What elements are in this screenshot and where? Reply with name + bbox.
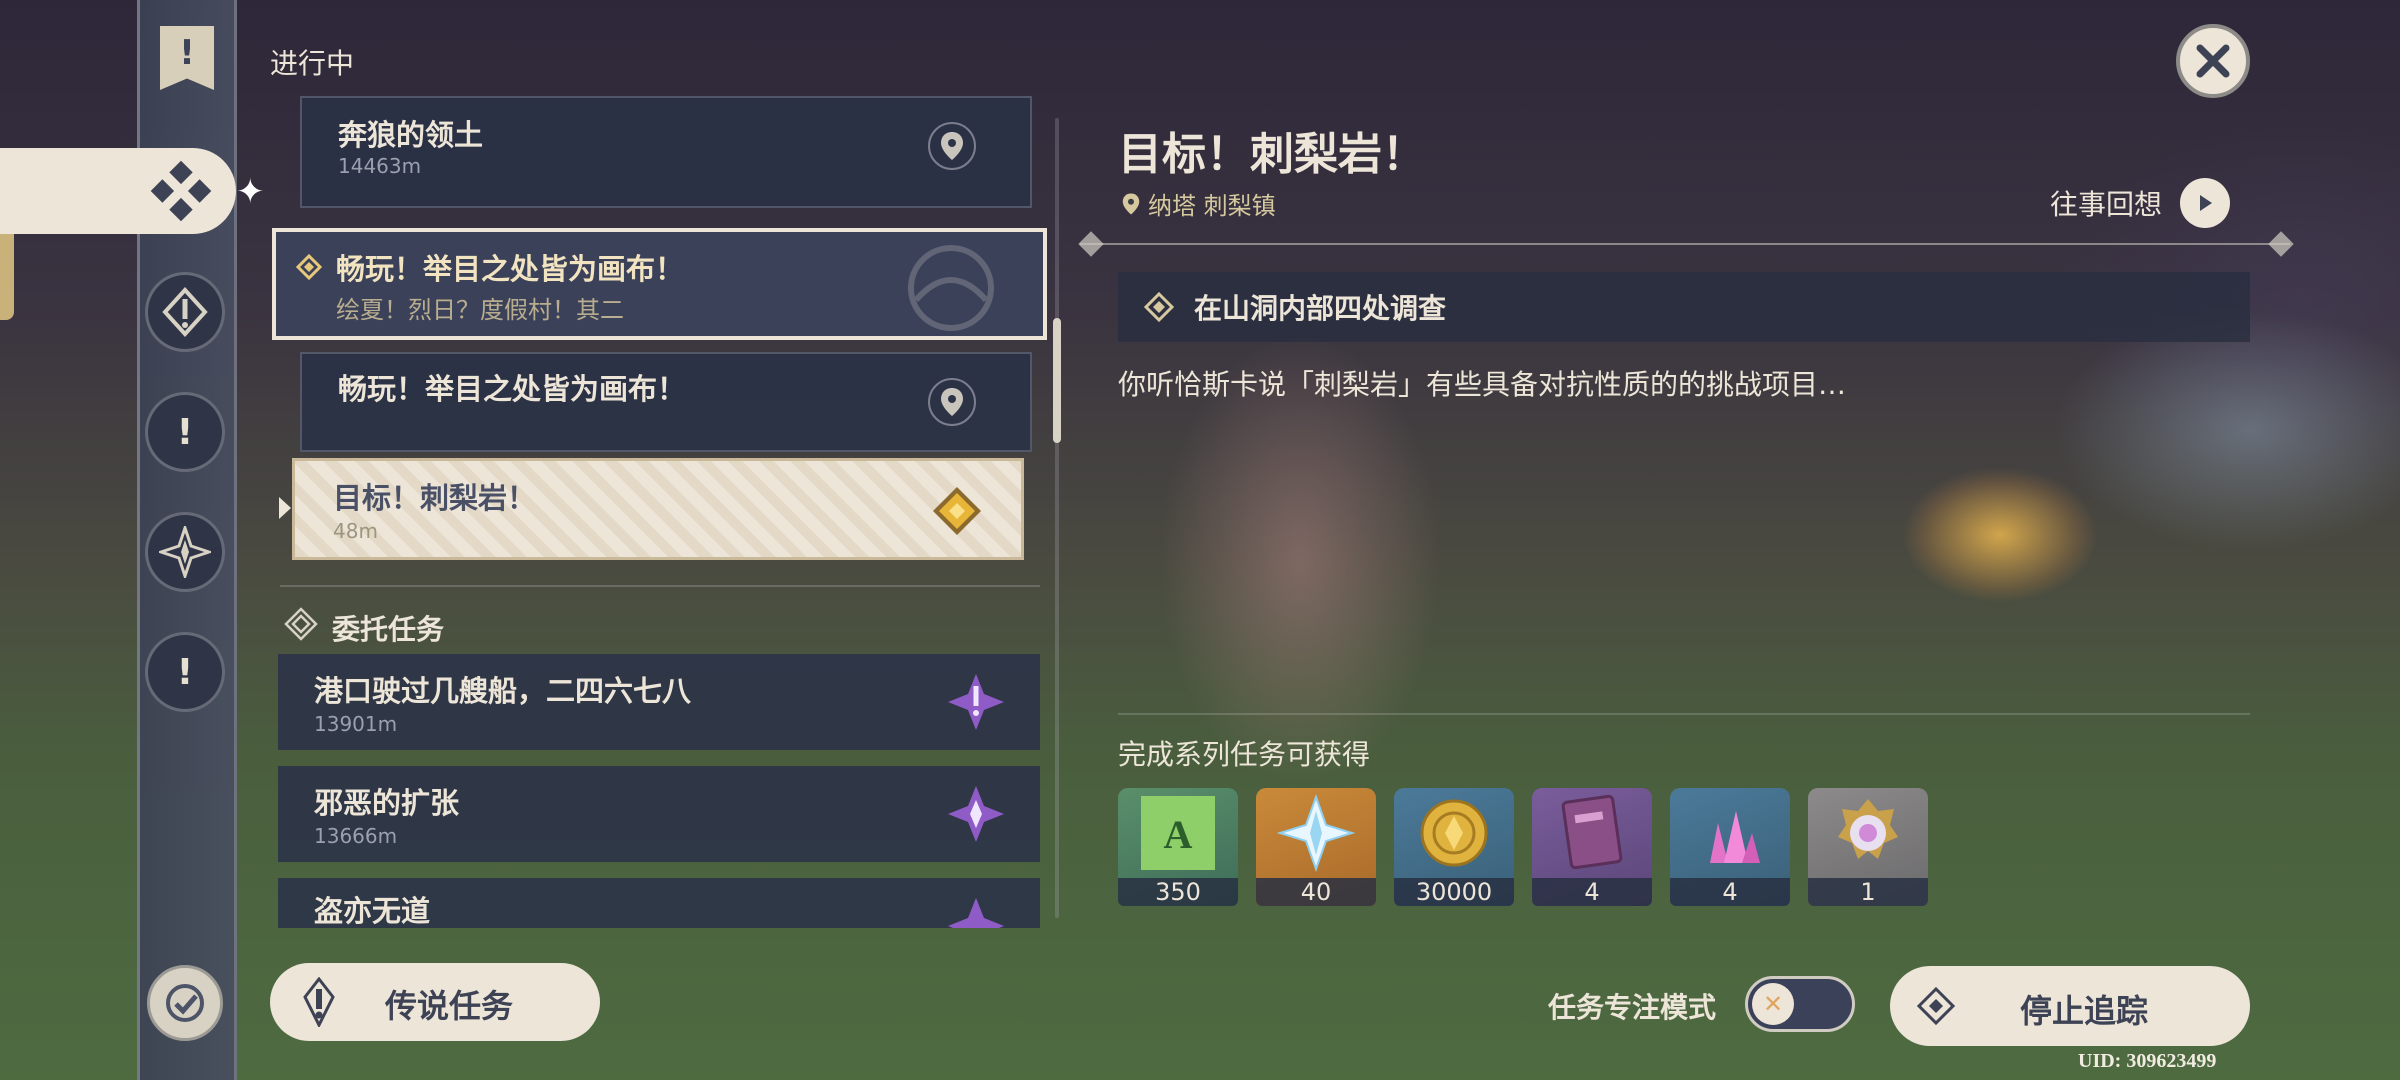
reward-count: 4 [1670,878,1790,906]
adventure-exp-icon: A [1118,788,1238,878]
location-pin-icon [941,388,963,416]
side-tab-edge [0,225,14,320]
tracking-diamond-icon [1910,980,1962,1032]
commission-title: 邪恶的扩张 [314,786,460,820]
play-icon [2180,178,2231,228]
uid-text: UID: 309623499 [2078,1050,2217,1072]
rail-tab-all-quests[interactable] [0,148,236,234]
recall-button[interactable]: 往事回想 [2050,178,2231,228]
hero-wit-book-icon [1532,788,1652,878]
commission-star-icon [948,786,1004,842]
rewards-title: 完成系列任务可获得 [1118,738,1371,771]
namecard-badge-icon [1808,788,1928,878]
archon-quest-icon [162,287,208,337]
rail-tab-archon-quests[interactable] [145,272,225,352]
objective-diamond-icon [1144,292,1174,322]
quest-title: 目标！刺梨岩！ [333,481,537,515]
objective-text: 在山洞内部四处调查 [1194,292,1447,325]
reward-count: 1 [1808,878,1928,906]
tracked-quest-icon [933,487,981,535]
rail-tab-world-quests[interactable] [145,512,225,592]
list-scrollbar[interactable] [1055,118,1059,918]
recall-label: 往事回想 [2050,188,2163,221]
location-pin-icon [941,132,963,160]
divider-ornament [1078,231,1104,257]
reward-count: 350 [1118,878,1238,906]
close-icon [2196,44,2230,78]
list-scroll-thumb[interactable] [1053,318,1061,443]
commissions-header: 委托任务 [332,613,445,646]
quest-distance: 48m [333,519,378,543]
commission-icon [284,607,318,641]
focus-mode-toggle[interactable]: ✕ [1745,976,1855,1032]
quest-item[interactable]: 奔狼的领土 14463m [300,96,1032,208]
quest-item-tracking[interactable]: 目标！刺梨岩！ 48m [292,458,1024,560]
checklist-gear-icon [166,984,204,1022]
reward-item[interactable]: 40 [1256,788,1376,906]
reward-item[interactable]: 1 [1808,788,1928,906]
legend-quest-icon [292,975,346,1029]
stop-tracking-button[interactable]: 停止追踪 [1890,966,2250,1046]
reward-item[interactable]: 30000 [1394,788,1514,906]
quest-diamond-icon [296,254,322,280]
quest-title: 畅玩！举目之处皆为画布！ [338,372,687,406]
quest-description: 你听恰斯卡说「刺梨岩」有些具备对抗性质的的挑战项目… [1118,368,1847,401]
list-divider [280,585,1040,587]
event-quest-icon: ! [176,651,194,693]
toggle-off-icon: ✕ [1752,983,1794,1025]
commission-alert-icon [948,674,1004,730]
commission-title: 港口驶过几艘船，二四六七八 [314,674,692,708]
quest-title: 奔狼的领土 [338,118,484,152]
current-objective: 在山洞内部四处调查 [1118,272,2250,342]
reward-item[interactable]: 4 [1532,788,1652,906]
legend-quests-label: 传说任务 [385,987,514,1025]
reward-item[interactable]: A 350 [1118,788,1238,906]
rail-tab-event-quests[interactable]: ! [145,632,225,712]
location-pin-icon [1122,193,1140,214]
reward-count: 40 [1256,878,1376,906]
focus-mode-label: 任务专注模式 [1548,991,1717,1024]
current-quest-marker-icon [279,497,291,519]
commission-item[interactable]: 盗亦无道 [278,878,1040,928]
rewards-row: A 350 40 30000 4 4 1 [1118,788,1928,906]
story-quest-icon: ! [176,411,194,453]
divider-ornament [2268,231,2294,257]
quest-title: 畅玩！举目之处皆为画布！ [336,252,685,286]
event-emblem-icon [908,245,994,331]
reward-item[interactable]: 4 [1670,788,1790,906]
stop-tracking-label: 停止追踪 [2020,992,2149,1030]
quest-detail-title: 目标！刺梨岩！ [1118,129,1426,180]
commission-distance: 13901m [314,712,398,736]
commission-star-icon [948,898,1004,928]
world-quest-icon [159,526,211,578]
track-quest-button[interactable] [928,122,976,170]
commission-distance: 13666m [314,824,398,848]
reward-count: 4 [1532,878,1652,906]
svg-text:A: A [1164,812,1193,857]
title-divider [1080,243,2290,245]
primogem-icon [1256,788,1376,878]
track-quest-button[interactable] [928,378,976,426]
quest-chapter: 绘夏！烈日？度假村！其二 [336,296,624,324]
sparkle-icon: ✦ [236,172,265,212]
mora-icon [1394,788,1514,878]
quest-settings-button[interactable] [147,965,223,1041]
quest-item[interactable]: 畅玩！举目之处皆为画布！ [300,352,1032,452]
rail-tab-story-quests[interactable]: ! [145,392,225,472]
reward-count: 30000 [1394,878,1514,906]
all-quests-icon [150,160,212,222]
reward-divider [1118,713,2250,715]
mystic-ore-icon [1670,788,1790,878]
commission-item[interactable]: 港口驶过几艘船，二四六七八 13901m [278,654,1040,750]
quest-location: 纳塔 刺梨镇 [1122,186,1276,221]
in-progress-title: 进行中 [270,47,355,80]
quest-group-header[interactable]: 畅玩！举目之处皆为画布！ 绘夏！烈日？度假村！其二 [272,228,1047,340]
commission-title: 盗亦无道 [314,894,431,928]
quest-distance: 14463m [338,154,422,178]
location-text: 纳塔 刺梨镇 [1148,192,1276,220]
legend-quests-button[interactable]: 传说任务 [270,963,600,1041]
commission-item[interactable]: 邪恶的扩张 13666m [278,766,1040,862]
close-button[interactable] [2176,24,2250,98]
